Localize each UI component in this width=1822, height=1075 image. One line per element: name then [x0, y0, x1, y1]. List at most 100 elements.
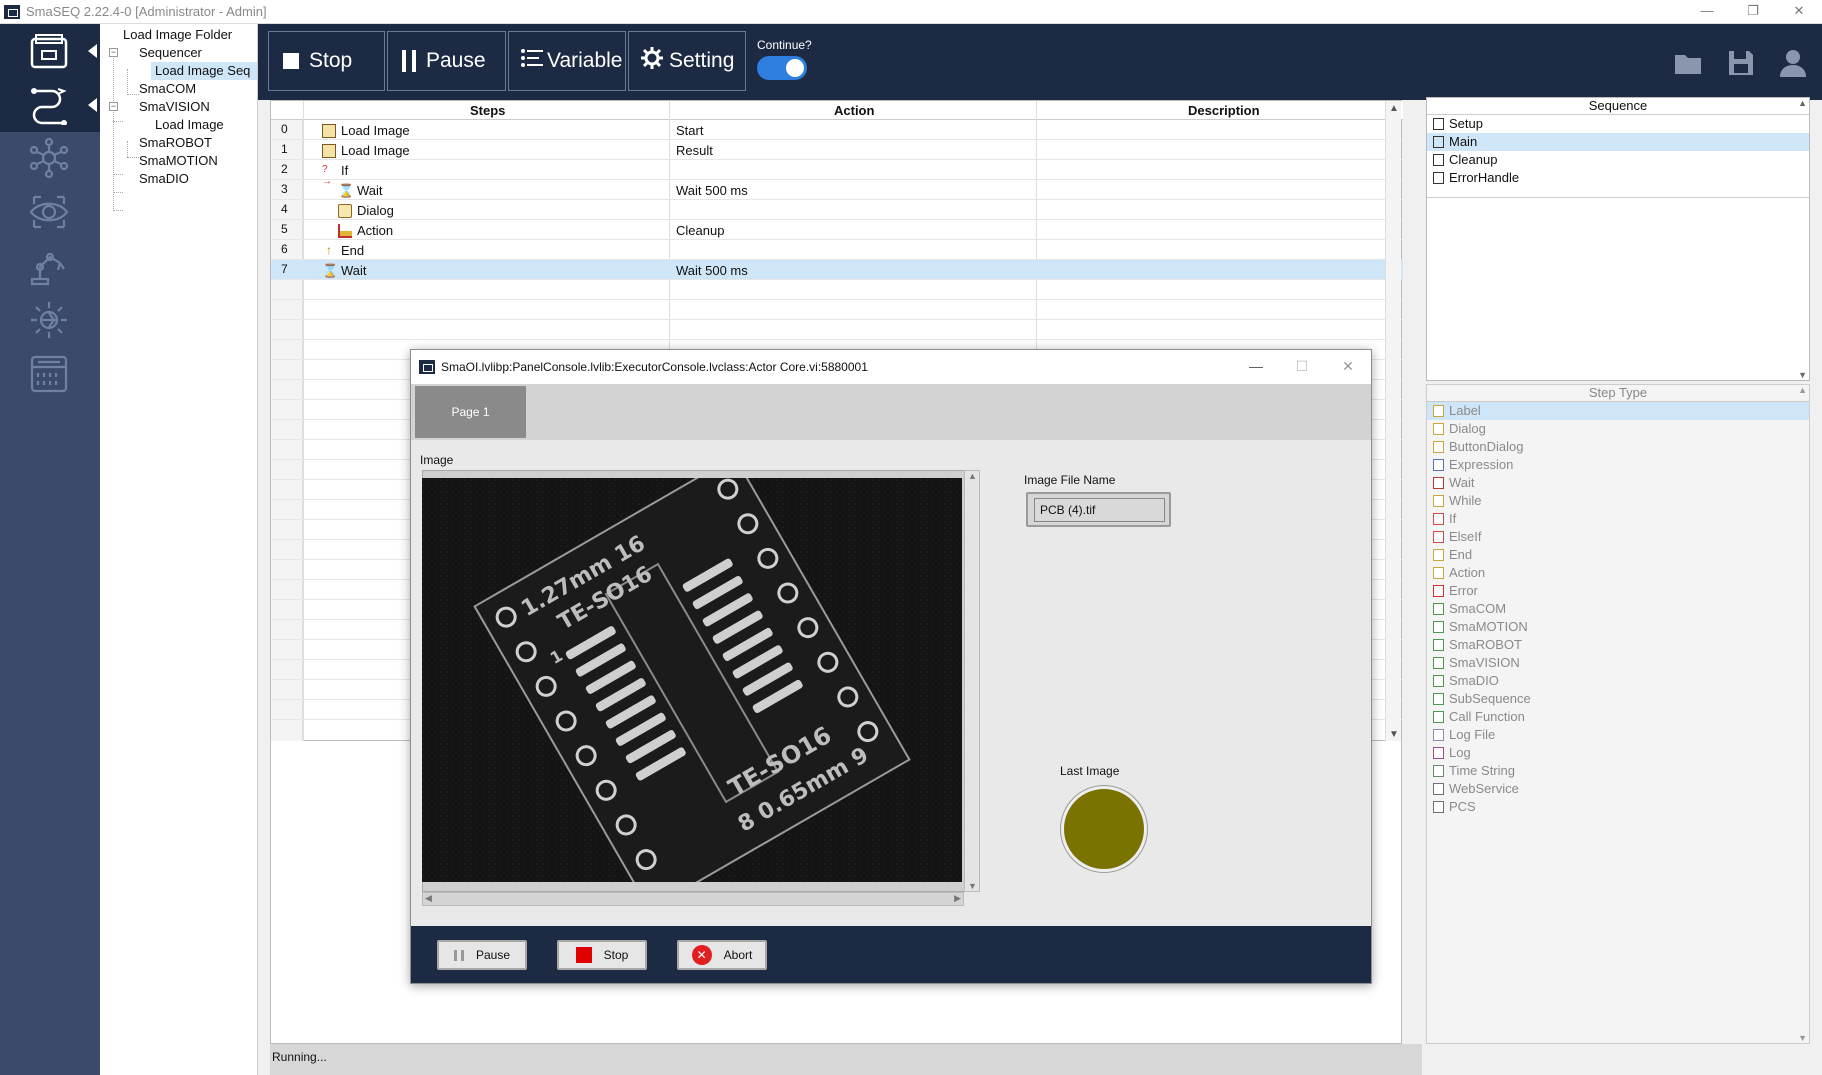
tree-item-load-image-seq[interactable]: Load Image Seq: [151, 62, 257, 80]
tree-item-load-image[interactable]: Load Image: [155, 116, 224, 134]
continue-label: Continue?: [757, 38, 812, 52]
scroll-left-icon[interactable]: ◀: [425, 893, 432, 904]
step-row[interactable]: 3 ⌛ Wait Wait 500 ms: [271, 180, 1403, 200]
document-icon: [1433, 154, 1444, 166]
step-row[interactable]: 5 Action Cleanup: [271, 220, 1403, 240]
step-type-item[interactable]: Time String: [1427, 762, 1809, 780]
sequence-item-setup[interactable]: Setup: [1427, 115, 1809, 133]
scroll-up-icon[interactable]: ▲: [1798, 98, 1807, 108]
step-type-item[interactable]: SmaVISION: [1427, 654, 1809, 672]
dialog-pause-button[interactable]: Pause: [437, 940, 527, 970]
pause-button[interactable]: Pause: [387, 31, 506, 91]
tree-item-smacom[interactable]: SmaCOM: [139, 80, 196, 98]
restore-button[interactable]: ❐: [1730, 0, 1776, 24]
step-type-item[interactable]: End: [1427, 546, 1809, 564]
step-type-item[interactable]: Wait: [1427, 474, 1809, 492]
steps-scrollbar[interactable]: ▲ ▼: [1385, 101, 1401, 742]
step-type-item[interactable]: ElseIf: [1427, 528, 1809, 546]
image-horizontal-scrollbar[interactable]: ◀ ▶: [422, 892, 964, 906]
robot-arm-icon[interactable]: [26, 244, 72, 288]
save-icon[interactable]: [1726, 48, 1756, 78]
step-type-label: SmaVISION: [1449, 655, 1520, 670]
action-header[interactable]: Action: [834, 103, 874, 118]
tree-item-smarobot[interactable]: SmaROBOT: [139, 134, 212, 152]
tree-item-smadio[interactable]: SmaDIO: [139, 170, 189, 188]
scroll-down-icon[interactable]: ▼: [1798, 1033, 1807, 1043]
vision-eye-icon[interactable]: [26, 190, 72, 234]
pause-button-label: Pause: [426, 49, 486, 72]
sequence-panel-header: Sequence: [1427, 98, 1809, 115]
step-type-item[interactable]: WebService: [1427, 780, 1809, 798]
step-type-item[interactable]: Error: [1427, 582, 1809, 600]
steps-header[interactable]: Steps: [470, 103, 505, 118]
scroll-down-icon[interactable]: ▼: [968, 881, 977, 891]
minimize-button[interactable]: —: [1684, 0, 1730, 24]
step-row[interactable]: 0 Load Image Start: [271, 120, 1403, 140]
step-type-item[interactable]: Expression: [1427, 456, 1809, 474]
scroll-up-icon[interactable]: ▲: [968, 471, 977, 481]
step-type-item[interactable]: Call Function: [1427, 708, 1809, 726]
close-button[interactable]: ✕: [1776, 0, 1822, 24]
collapse-arrow-icon[interactable]: [88, 98, 97, 112]
step-index: 0: [281, 122, 288, 136]
sequence-icon[interactable]: [26, 82, 72, 126]
dialog-close-button[interactable]: ✕: [1325, 350, 1371, 384]
sequence-item-errorhandle[interactable]: ErrorHandle: [1427, 169, 1809, 187]
image-label: Image: [420, 453, 454, 467]
step-type-item[interactable]: SmaROBOT: [1427, 636, 1809, 654]
step-row[interactable]: 1 Load Image Result: [271, 140, 1403, 160]
tab-page-1[interactable]: Page 1: [415, 386, 526, 438]
continue-toggle[interactable]: [757, 56, 807, 80]
step-type-item[interactable]: Dialog: [1427, 420, 1809, 438]
tree-expander-sequencer[interactable]: −: [109, 48, 118, 57]
user-icon[interactable]: [1778, 48, 1808, 78]
stop-button[interactable]: Stop: [268, 31, 385, 91]
dialog-stop-button[interactable]: Stop: [557, 940, 647, 970]
step-type-item[interactable]: Action: [1427, 564, 1809, 582]
scroll-up-icon[interactable]: ▲: [1798, 385, 1807, 395]
step-type-item[interactable]: PCS: [1427, 798, 1809, 816]
sequence-item-cleanup[interactable]: Cleanup: [1427, 151, 1809, 169]
step-index: 4: [281, 202, 288, 216]
step-type-icon: [1433, 693, 1444, 705]
tree-item-smamotion[interactable]: SmaMOTION: [139, 152, 218, 170]
dialog-maximize-button[interactable]: ☐: [1279, 350, 1325, 384]
step-type-item[interactable]: ButtonDialog: [1427, 438, 1809, 456]
variable-button[interactable]: Variable: [508, 31, 626, 91]
scroll-right-icon[interactable]: ▶: [954, 893, 961, 904]
dialog-abort-button[interactable]: ✕ Abort: [677, 940, 767, 970]
step-row-selected[interactable]: 7 ⌛ Wait Wait 500 ms: [271, 260, 1403, 280]
step-type-item[interactable]: Label: [1427, 402, 1809, 420]
step-row[interactable]: 6 ↑ End: [271, 240, 1403, 260]
scroll-down-icon[interactable]: ▼: [1389, 729, 1399, 740]
step-type-item[interactable]: SmaCOM: [1427, 600, 1809, 618]
step-type-item[interactable]: Log: [1427, 744, 1809, 762]
step-type-item[interactable]: SmaMOTION: [1427, 618, 1809, 636]
step-row[interactable]: 2 ?→ If: [271, 160, 1403, 187]
setting-button[interactable]: Setting: [628, 31, 746, 91]
step-type-item[interactable]: If: [1427, 510, 1809, 528]
tree-expander-smavision[interactable]: −: [109, 102, 118, 111]
tree-item-smavision[interactable]: SmaVISION: [139, 98, 210, 116]
network-icon[interactable]: [26, 136, 72, 180]
step-type-item[interactable]: Log File: [1427, 726, 1809, 744]
step-type-item[interactable]: SmaDIO: [1427, 672, 1809, 690]
document-icon: [1433, 136, 1444, 148]
step-type-item[interactable]: While: [1427, 492, 1809, 510]
image-vertical-scrollbar[interactable]: ▲ ▼: [964, 470, 980, 892]
scroll-up-icon[interactable]: ▲: [1389, 103, 1399, 114]
scroll-down-icon[interactable]: ▼: [1798, 370, 1807, 380]
sequence-item-main[interactable]: Main: [1427, 133, 1809, 151]
tree-item-sequencer[interactable]: Sequencer: [139, 44, 202, 62]
motion-gear-icon[interactable]: [26, 298, 72, 342]
description-header[interactable]: Description: [1188, 103, 1260, 118]
collapse-arrow-icon[interactable]: [88, 44, 97, 58]
io-panel-icon[interactable]: [26, 352, 72, 396]
dialog-minimize-button[interactable]: —: [1233, 350, 1279, 384]
step-type-label: SmaROBOT: [1449, 637, 1522, 652]
folder-icon[interactable]: [26, 30, 72, 74]
step-type-item[interactable]: SubSequence: [1427, 690, 1809, 708]
tree-item-load-image-folder[interactable]: Load Image Folder: [123, 26, 232, 44]
step-row[interactable]: 4 Dialog: [271, 200, 1403, 220]
open-folder-icon[interactable]: [1673, 48, 1703, 78]
